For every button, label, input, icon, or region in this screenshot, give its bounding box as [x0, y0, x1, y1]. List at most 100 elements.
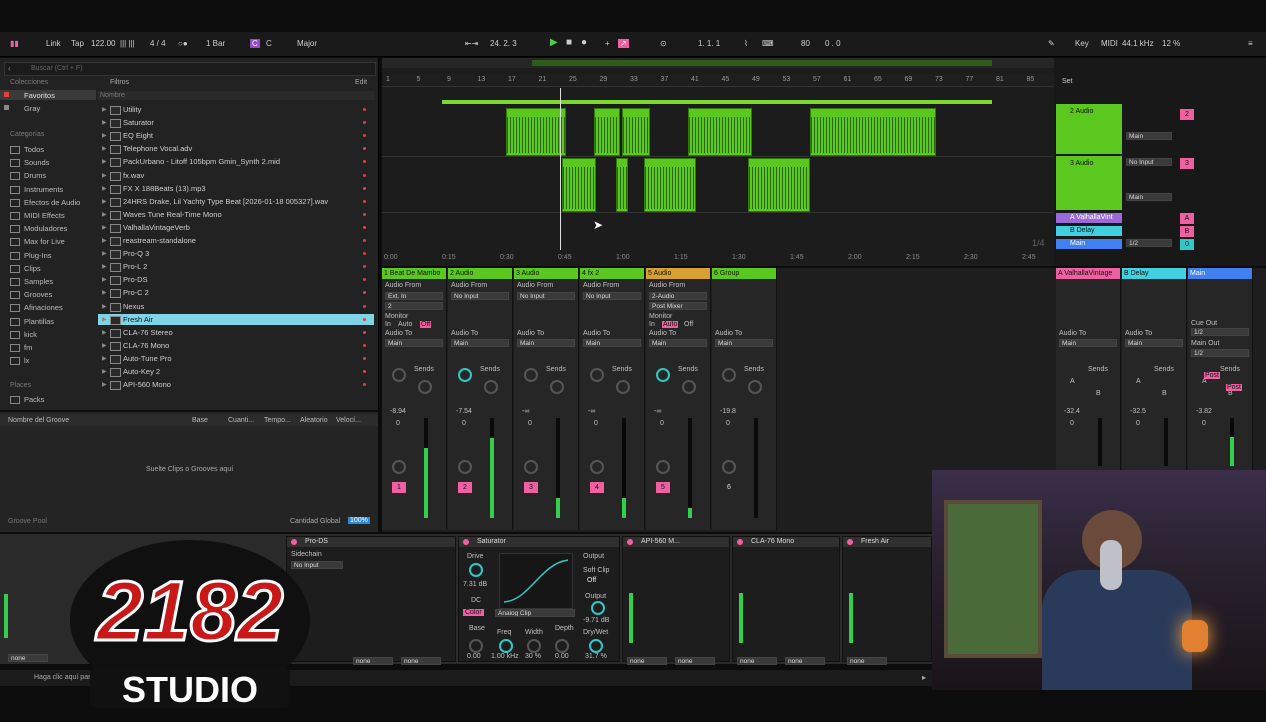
- key-map-button[interactable]: Key: [1075, 39, 1089, 48]
- channel-title[interactable]: 1 Beat De Mambo: [382, 268, 446, 279]
- pan-value[interactable]: 0: [1136, 420, 1140, 427]
- output-select[interactable]: Main: [451, 339, 509, 347]
- expand-arrow-icon[interactable]: ▶: [102, 106, 107, 113]
- return-title[interactable]: Main: [1188, 268, 1252, 279]
- expand-arrow-icon[interactable]: ▶: [102, 211, 107, 218]
- pan-value[interactable]: 0: [660, 420, 664, 427]
- file-item[interactable]: ▶ PackUrbano - Litoff 105bpm Gmin_Synth 2…: [98, 156, 374, 168]
- pencil-icon[interactable]: ✎: [1048, 39, 1055, 48]
- post-button[interactable]: Post: [1226, 384, 1243, 391]
- cue-out-select[interactable]: 1/2: [1191, 328, 1249, 336]
- category-item[interactable]: Clips: [0, 263, 96, 274]
- channel-title[interactable]: 3 Audio: [514, 268, 578, 279]
- expand-arrow-icon[interactable]: ▶: [102, 329, 107, 336]
- expand-arrow-icon[interactable]: ▶: [102, 355, 107, 362]
- input-type-select[interactable]: No Input: [517, 292, 575, 300]
- metronome-icon[interactable]: ○●: [178, 39, 188, 48]
- volume-value[interactable]: -32.4: [1064, 408, 1080, 415]
- audio-clip[interactable]: [688, 108, 752, 156]
- file-item[interactable]: ▶ Auto-Key 2: [98, 366, 374, 377]
- pan-value[interactable]: 0: [1070, 420, 1074, 427]
- file-item[interactable]: ▶ Waves Tune Real-Time Mono: [98, 209, 374, 220]
- send-b-knob[interactable]: [748, 380, 762, 394]
- pan-knob[interactable]: [458, 460, 472, 474]
- input-type-select[interactable]: 2-Audio: [649, 292, 707, 300]
- file-item[interactable]: ▶ CLA-76 Stereo: [98, 327, 374, 338]
- audio-clip[interactable]: [748, 158, 810, 212]
- send-a-knob[interactable]: [590, 368, 604, 382]
- audio-clip[interactable]: [562, 158, 596, 212]
- track-2-activator[interactable]: 2: [1180, 109, 1194, 120]
- category-item[interactable]: Sounds: [0, 157, 96, 168]
- main-out-select[interactable]: 1/2: [1191, 349, 1249, 357]
- collection-item-favoritos[interactable]: Favoritos: [0, 90, 96, 100]
- channel-strip[interactable]: 2 Audio Audio From No Input Audio To Main Sen…: [448, 268, 513, 530]
- send-a-knob[interactable]: [524, 368, 538, 382]
- channel-strip[interactable]: 4 fx 2 Audio From No Input Audio To Main Send…: [580, 268, 645, 530]
- pan-value[interactable]: 0: [594, 420, 598, 427]
- category-item[interactable]: Instruments: [0, 184, 96, 195]
- stop-button[interactable]: ■: [566, 37, 572, 48]
- menu-icon[interactable]: ▮▮: [10, 39, 19, 48]
- expand-arrow-icon[interactable]: ▶: [102, 119, 107, 126]
- track-activator[interactable]: 3: [524, 482, 538, 493]
- drywet-knob[interactable]: [589, 639, 603, 653]
- global-amount-value[interactable]: 100%: [348, 517, 370, 524]
- track-1-clip-strip[interactable]: [442, 100, 992, 104]
- soft-clip-toggle[interactable]: Off: [587, 577, 596, 584]
- expand-icon[interactable]: ▸: [922, 673, 926, 682]
- expand-arrow-icon[interactable]: ▶: [102, 172, 107, 179]
- channel-strip[interactable]: 6 Group Audio To Main Sends -19.8 0 6: [712, 268, 777, 530]
- pan-knob[interactable]: [722, 460, 736, 474]
- file-item[interactable]: ▶ ValhallaVintageVerb: [98, 222, 374, 233]
- fresh-air-device[interactable]: Fresh Air none: [842, 536, 932, 665]
- filters-button[interactable]: Filtros: [110, 79, 129, 86]
- return-a-activator[interactable]: A: [1180, 213, 1194, 224]
- track-activator[interactable]: 5: [656, 482, 670, 493]
- input-type-select[interactable]: No Input: [583, 292, 641, 300]
- track-3-activator[interactable]: 3: [1180, 158, 1194, 169]
- volume-value[interactable]: -19.8: [720, 408, 736, 415]
- monitor-in-button[interactable]: In: [649, 321, 655, 328]
- file-item[interactable]: ▶ Pro-DS: [98, 274, 374, 286]
- volume-value[interactable]: -3.82: [1196, 408, 1212, 415]
- category-item[interactable]: kick: [0, 329, 96, 340]
- collection-item-gray[interactable]: Gray: [0, 103, 96, 113]
- category-item[interactable]: MIDI Effects: [0, 210, 96, 221]
- track-3-header[interactable]: 3 Audio: [1056, 156, 1122, 210]
- arrangement-view[interactable]: 1 5 9 13 17 21 25 29 33 37 41 45 49 53 57 61 65 69 73 77 81 8…: [382, 58, 1054, 266]
- mode-select[interactable]: Analog Clip: [495, 609, 575, 617]
- pan-knob[interactable]: [590, 460, 604, 474]
- output-select[interactable]: Main: [583, 339, 641, 347]
- groove-base-col[interactable]: Base: [192, 417, 208, 424]
- position-field[interactable]: 24. 2. 3: [490, 39, 517, 48]
- send-b-knob[interactable]: [616, 380, 630, 394]
- file-item[interactable]: ▶ API-560 Mono: [98, 379, 374, 391]
- audio-clip[interactable]: [616, 158, 628, 212]
- computer-keyboard-icon[interactable]: ⌨: [762, 39, 774, 48]
- expand-arrow-icon[interactable]: ▶: [102, 224, 107, 231]
- channel-title[interactable]: 5 Audio: [646, 268, 710, 279]
- expand-arrow-icon[interactable]: ▶: [102, 132, 107, 139]
- monitor-auto-button[interactable]: Auto: [662, 321, 679, 328]
- expand-arrow-icon[interactable]: ▶: [102, 158, 107, 165]
- monitor-off-button[interactable]: Off: [684, 321, 693, 328]
- track-2-header[interactable]: 2 Audio: [1056, 104, 1122, 154]
- base-knob[interactable]: [469, 639, 483, 653]
- saturator-device[interactable]: Saturator Drive 7.31 dB DC Color Analog …: [458, 536, 620, 662]
- channel-strip[interactable]: 1 Beat De Mambo Audio From Ext. In 2 Monitor…: [382, 268, 447, 530]
- packs-item[interactable]: Packs: [0, 394, 96, 404]
- file-item[interactable]: ▶ Nexus: [98, 301, 374, 312]
- category-item[interactable]: Moduladores: [0, 223, 96, 234]
- output-knob[interactable]: [591, 601, 605, 615]
- return-b-activator[interactable]: B: [1180, 226, 1194, 237]
- return-title[interactable]: A ValhallaVintage: [1056, 268, 1120, 279]
- category-item[interactable]: Afinaciones: [0, 302, 96, 313]
- expand-arrow-icon[interactable]: ▶: [102, 198, 107, 205]
- expand-arrow-icon[interactable]: ▶: [102, 316, 107, 323]
- play-button[interactable]: ▶: [550, 37, 558, 48]
- output-select[interactable]: Main: [385, 339, 443, 347]
- menu-lines-icon[interactable]: ≡: [1248, 39, 1253, 48]
- expand-arrow-icon[interactable]: ▶: [102, 263, 107, 270]
- groove-velocity-col[interactable]: Velocí...: [336, 417, 361, 424]
